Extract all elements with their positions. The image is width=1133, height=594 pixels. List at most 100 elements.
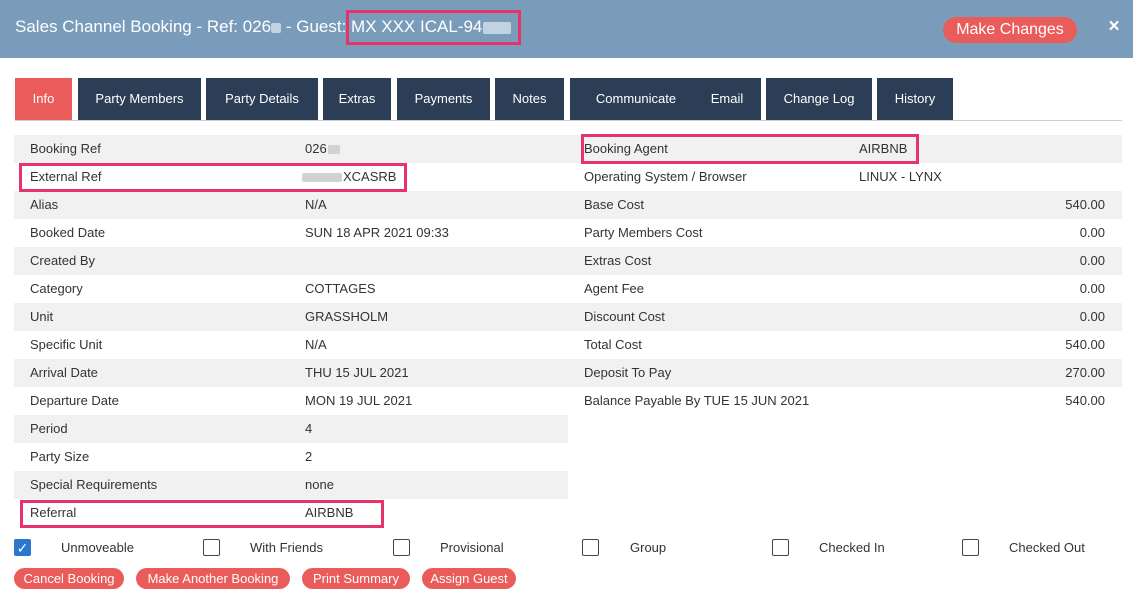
field-specific-unit: Specific Unit N/A [14,331,568,359]
title-prefix: Sales Channel Booking - Ref: 026 [15,17,272,36]
field-unit: Unit GRASSHOLM [14,303,568,331]
tab-notes[interactable]: Notes [495,78,564,120]
field-arrival-date: Arrival Date THU 15 JUL 2021 [14,359,568,387]
booking-ref-value: 026 [305,141,327,156]
field-value: none [305,477,334,492]
field-booked-date: Booked Date SUN 18 APR 2021 09:33 [14,219,568,247]
tab-info[interactable]: Info [15,78,72,120]
field-label: Departure Date [30,393,119,408]
tab-party-details[interactable]: Party Details [206,78,318,120]
status-checkboxes: ✓ Unmoveable With Friends Provisional Gr… [14,538,1122,558]
field-value: 270.00 [1065,365,1105,380]
tab-communicate[interactable]: Communicate [570,78,702,120]
guest-highlight-box [346,10,521,45]
tab-history[interactable]: History [877,78,953,120]
field-label: Special Requirements [30,477,158,492]
field-value: 540.00 [1065,337,1105,352]
checkbox-box[interactable] [393,539,410,556]
field-total-cost: Total Cost 540.00 [568,331,1122,359]
field-balance-payable: Balance Payable By TUE 15 JUN 2021 540.0… [568,387,1122,415]
field-alias: Alias N/A [14,191,568,219]
redacted-ref [271,22,282,33]
field-label: Balance Payable By TUE 15 JUN 2021 [584,393,810,408]
checkbox-label: Unmoveable [61,540,134,555]
field-value: THU 15 JUL 2021 [305,365,409,380]
checkbox-label: Provisional [440,540,504,555]
field-label: Arrival Date [30,365,98,380]
field-value: MON 19 JUL 2021 [305,393,413,408]
external-ref-highlight [19,163,407,192]
field-deposit-to-pay: Deposit To Pay 270.00 [568,359,1122,387]
checkbox-label: With Friends [250,540,323,555]
field-label: Total Cost [584,337,642,352]
field-value: COTTAGES [305,281,376,296]
field-created-by: Created By [14,247,568,275]
make-changes-button[interactable]: Make Changes [943,17,1077,43]
cancel-booking-button[interactable]: Cancel Booking [14,568,124,589]
checkbox-box[interactable] [582,539,599,556]
modal-header: Sales Channel Booking - Ref: 026 - Guest… [0,0,1133,58]
field-base-cost: Base Cost 540.00 [568,191,1122,219]
field-label: Base Cost [584,197,644,212]
field-value: 540.00 [1065,197,1105,212]
field-label: Category [30,281,83,296]
checkbox-box[interactable] [962,539,979,556]
tab-change-log[interactable]: Change Log [766,78,872,120]
referral-highlight [20,500,384,528]
tab-extras[interactable]: Extras [323,78,391,120]
field-departure-date: Departure Date MON 19 JUL 2021 [14,387,568,415]
field-value: 540.00 [1065,393,1105,408]
field-label: Period [30,421,68,436]
field-value: SUN 18 APR 2021 09:33 [305,225,449,240]
checkbox-label: Checked In [819,540,885,555]
field-label: Created By [30,253,96,268]
field-label: Extras Cost [584,253,652,268]
field-label: Specific Unit [30,337,103,352]
field-booking-ref: Booking Ref 026 [14,135,568,163]
title-guest-label: - Guest: [281,17,352,36]
field-value: 4 [305,421,313,436]
field-label: Agent Fee [584,281,644,296]
field-value: 0.00 [1079,309,1105,324]
booking-agent-highlight [581,134,919,164]
assign-guest-button[interactable]: Assign Guest [422,568,516,589]
field-value: 0.00 [1079,281,1105,296]
close-icon[interactable]: × [1106,17,1122,37]
field-label: Party Members Cost [584,225,703,240]
checkbox-checked-icon[interactable]: ✓ [14,539,31,556]
field-label: Party Size [30,449,90,464]
checkbox-box[interactable] [203,539,220,556]
field-label: Discount Cost [584,309,665,324]
tab-email[interactable]: Email [693,78,761,120]
field-value: GRASSHOLM [305,309,389,324]
field-period: Period 4 [14,415,568,443]
field-special-requirements: Special Requirements none [14,471,568,499]
make-another-booking-button[interactable]: Make Another Booking [136,568,290,589]
field-value: 0.00 [1079,253,1105,268]
field-party-members-cost: Party Members Cost 0.00 [568,219,1122,247]
field-value: 2 [305,449,313,464]
checkbox-label: Group [630,540,667,555]
checkbox-box[interactable] [772,539,789,556]
redacted-text [327,145,340,155]
field-label: Booked Date [30,225,106,240]
field-extras-cost: Extras Cost 0.00 [568,247,1122,275]
field-label: Operating System / Browser [584,169,747,184]
field-label: Booking Ref [30,141,101,156]
print-summary-button[interactable]: Print Summary [302,568,410,589]
field-os-browser: Operating System / Browser LINUX - LYNX [568,163,1122,191]
field-party-size: Party Size 2 [14,443,568,471]
field-value: 0.00 [1079,225,1105,240]
checkbox-label: Checked Out [1009,540,1085,555]
field-label: Alias [30,197,59,212]
tab-divider [15,120,1122,121]
field-value: 026 [305,135,340,163]
field-discount-cost: Discount Cost 0.00 [568,303,1122,331]
field-value: N/A [305,337,327,352]
field-label: Deposit To Pay [584,365,672,380]
field-value: LINUX - LYNX [859,169,942,184]
field-category: Category COTTAGES [14,275,568,303]
tab-party-members[interactable]: Party Members [78,78,201,120]
tab-payments[interactable]: Payments [397,78,490,120]
field-agent-fee: Agent Fee 0.00 [568,275,1122,303]
